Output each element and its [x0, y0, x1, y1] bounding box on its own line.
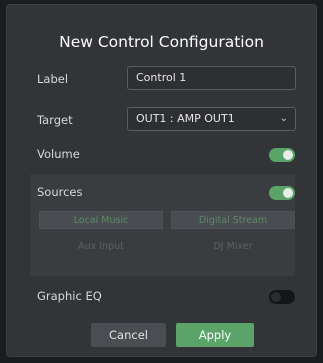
volume-toggle-knob: [283, 150, 293, 160]
label-field-label: Label: [37, 72, 69, 86]
source-aux-input-button[interactable]: Aux Input: [39, 238, 163, 256]
sources-toggle[interactable]: [269, 186, 295, 200]
dialog-title: New Control Configuration: [59, 33, 264, 51]
chevron-down-icon: ⌄: [279, 113, 288, 124]
cancel-button[interactable]: Cancel: [91, 323, 166, 347]
sources-label: Sources: [37, 185, 83, 199]
source-local-music-button[interactable]: Local Music: [39, 211, 163, 229]
graphic-eq-label: Graphic EQ: [37, 289, 102, 303]
source-dj-mixer-button[interactable]: DJ Mixer: [171, 238, 295, 256]
volume-toggle[interactable]: [269, 148, 295, 162]
apply-button[interactable]: Apply: [176, 323, 254, 347]
graphic-eq-toggle-knob: [271, 292, 281, 302]
source-digital-stream-button[interactable]: Digital Stream: [171, 211, 295, 229]
new-control-dialog: New Control Configuration Label Control …: [6, 4, 317, 357]
label-input[interactable]: Control 1: [127, 66, 296, 90]
volume-label: Volume: [37, 147, 80, 161]
target-field-label: Target: [37, 113, 73, 127]
graphic-eq-toggle[interactable]: [269, 290, 295, 304]
target-select[interactable]: OUT1 : AMP OUT1 ⌄: [127, 107, 296, 131]
target-select-value: OUT1 : AMP OUT1: [136, 112, 235, 125]
sources-toggle-knob: [283, 188, 293, 198]
